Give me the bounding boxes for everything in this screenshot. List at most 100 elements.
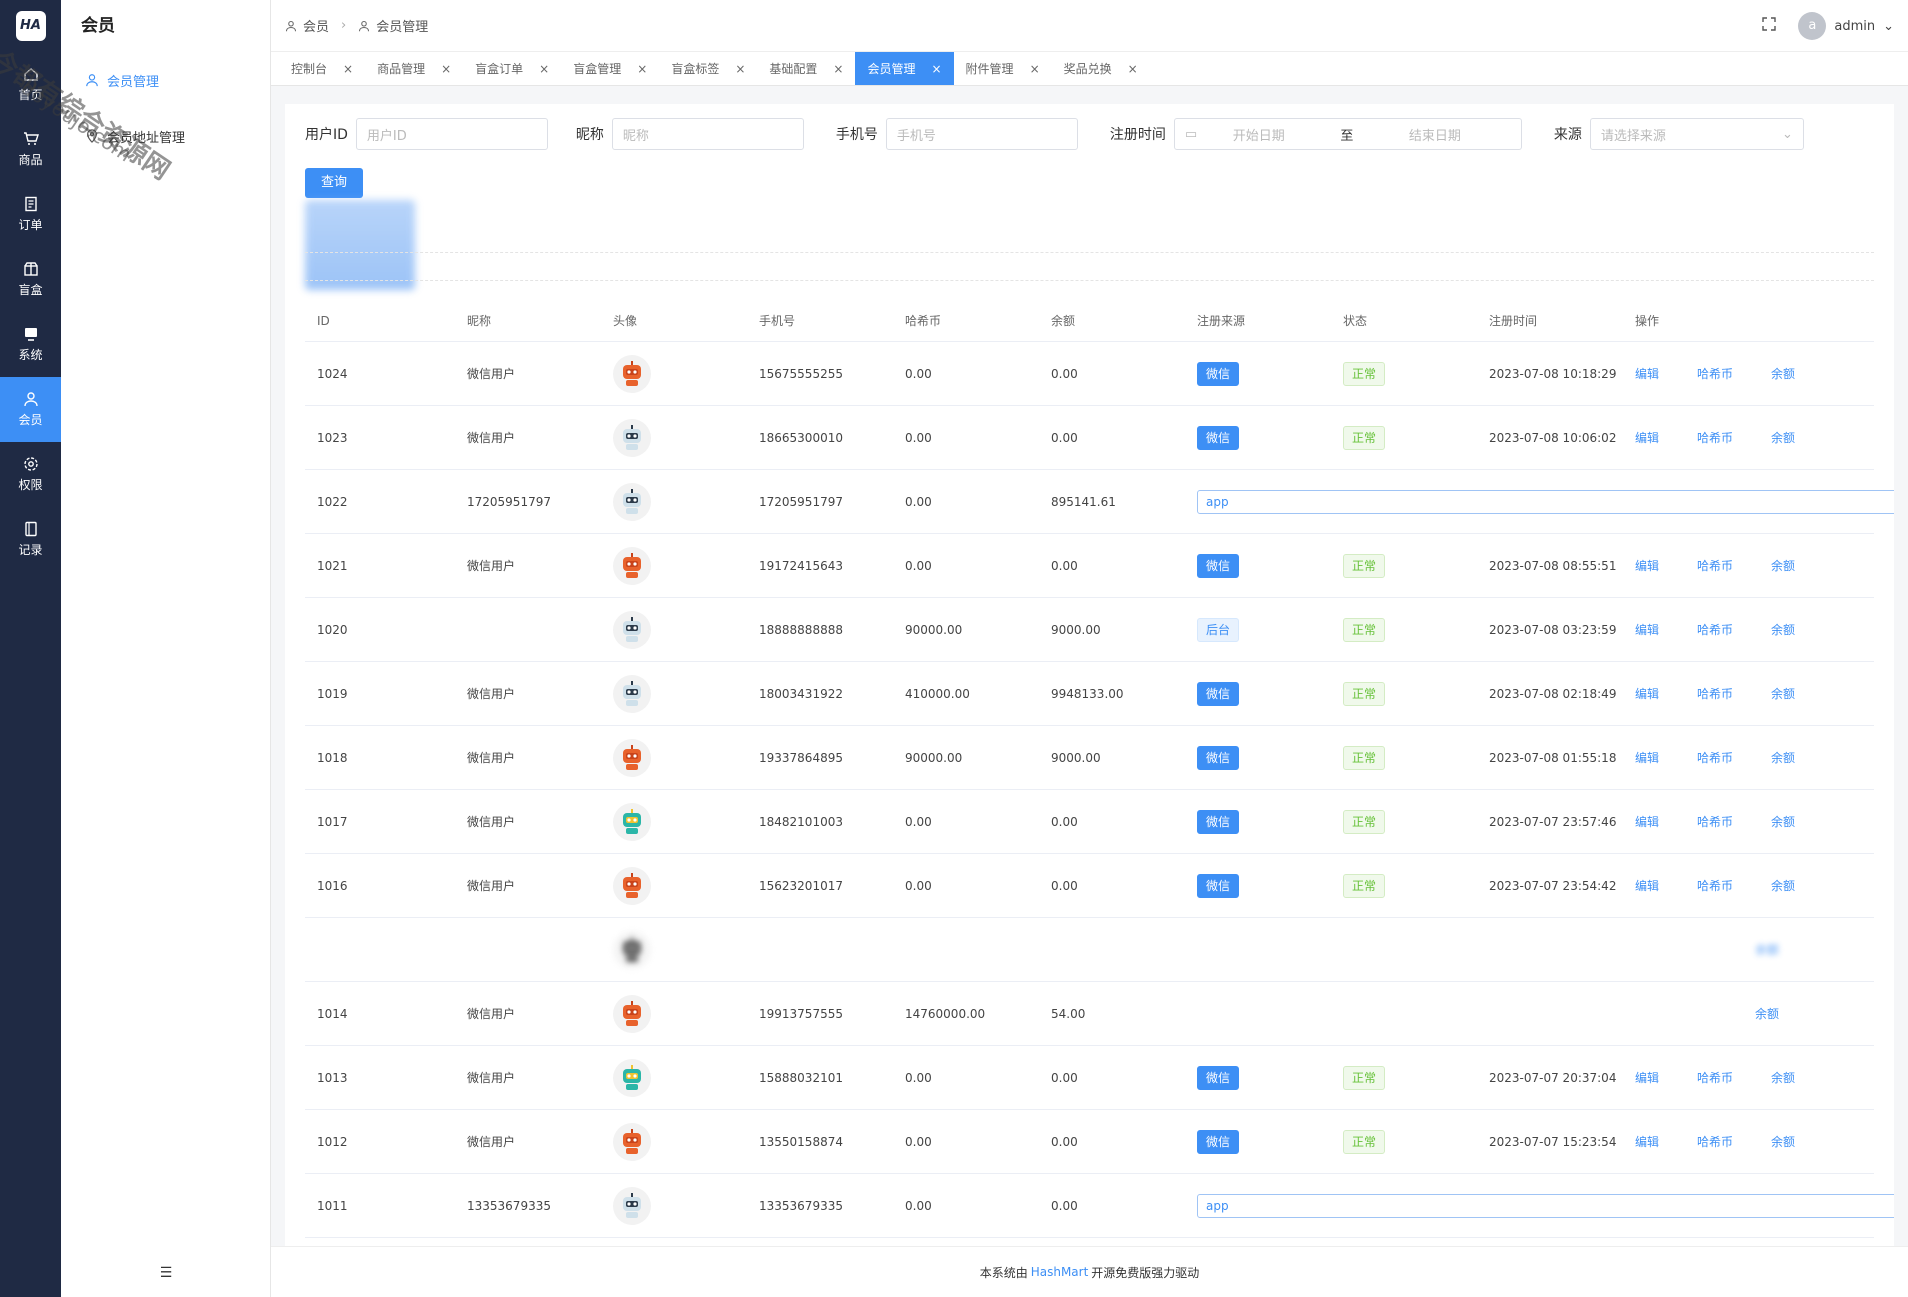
table-row: 1016 微信用户 15623201017 0.00 0.00 微信 正常 2023-07-0… (305, 854, 1874, 918)
nav-item-7[interactable]: 记录 (0, 507, 61, 572)
balance-link[interactable]: 余额 (1771, 877, 1795, 894)
menu-fold-icon[interactable]: ☰ (61, 1265, 271, 1281)
tab-0[interactable]: 控制台 × (279, 52, 365, 85)
user-menu[interactable]: a admin ⌄ (1798, 12, 1894, 40)
footer-brand-link[interactable]: HashMart (1031, 1265, 1089, 1279)
close-icon[interactable]: × (343, 62, 353, 76)
close-icon[interactable]: × (1030, 62, 1040, 76)
subnav-item-address-management[interactable]: 会员地址管理 (61, 108, 270, 164)
tab-2[interactable]: 盲盒订单 × (463, 52, 561, 85)
source-tag: 微信 (1197, 425, 1240, 450)
edit-link[interactable]: 编辑 (1635, 621, 1659, 638)
cell-source: app (1185, 489, 1894, 514)
cell-source: 微信 (1185, 553, 1331, 578)
coin-link[interactable]: 哈希币 (1697, 749, 1733, 766)
balance-link[interactable]: 余额 (1771, 429, 1795, 446)
cell-coin: 90000.00 (905, 622, 963, 637)
balance-link[interactable]: 余额 (1771, 1133, 1795, 1150)
balance-link[interactable]: 余额 (1755, 941, 1779, 958)
coin-link[interactable]: 哈希币 (1697, 557, 1733, 574)
edit-link[interactable]: 编辑 (1635, 365, 1659, 382)
reg-time-label: 注册时间 (1109, 127, 1166, 143)
nav-item-label: 首页 (18, 88, 43, 102)
balance-link[interactable]: 余额 (1771, 557, 1795, 574)
tab-7[interactable]: 附件管理 × (954, 52, 1052, 85)
balance-link[interactable]: 余额 (1771, 365, 1795, 382)
cell-coin: 14760000.00 (905, 1006, 986, 1021)
column-header: ID (317, 313, 330, 328)
source-tag: 微信 (1197, 1065, 1240, 1090)
breadcrumb-item[interactable]: 会员 (303, 16, 329, 35)
coin-link[interactable]: 哈希币 (1697, 365, 1733, 382)
app-logo[interactable]: HA (0, 0, 61, 52)
coin-link[interactable]: 哈希币 (1697, 877, 1733, 894)
close-icon[interactable]: × (637, 62, 647, 76)
tab-6[interactable]: 会员管理 × (855, 52, 954, 85)
source-tag: 微信 (1197, 745, 1240, 770)
chevron-down-icon: ⌄ (1883, 18, 1894, 34)
cell-nick: 微信用户 (467, 431, 516, 445)
cell-balance: 0.00 (1051, 814, 1078, 829)
nav-item-6[interactable]: 权限 (0, 442, 61, 507)
nav-item-1[interactable]: 商品 (0, 117, 61, 182)
coin-link[interactable]: 哈希币 (1697, 813, 1733, 830)
edit-link[interactable]: 编辑 (1635, 877, 1659, 894)
calendar-icon: ▭ (1184, 126, 1198, 142)
cell-id: 1024 (317, 366, 348, 381)
balance-link[interactable]: 余额 (1771, 621, 1795, 638)
nick-input[interactable]: 昵称 (611, 118, 804, 150)
tab-3[interactable]: 盲盒管理 × (561, 52, 659, 85)
edit-link[interactable]: 编辑 (1635, 685, 1659, 702)
nav-item-label: 订单 (18, 218, 43, 232)
balance-link[interactable]: 余额 (1771, 1069, 1795, 1086)
table-header: ID 昵称 头像 手机号 哈希币 余额 注册来源 状态 注册时间 操作 (305, 300, 1874, 342)
user-id-input[interactable]: 用户ID (355, 118, 548, 150)
close-icon[interactable]: × (735, 62, 745, 76)
edit-link[interactable]: 编辑 (1635, 749, 1659, 766)
edit-link[interactable]: 编辑 (1635, 1069, 1659, 1086)
nav-item-3[interactable]: 盲盒 (0, 247, 61, 312)
tab-4[interactable]: 盲盒标签 × (659, 52, 757, 85)
balance-link[interactable]: 余额 (1755, 1005, 1779, 1022)
edit-link[interactable]: 编辑 (1635, 557, 1659, 574)
coin-link[interactable]: 哈希币 (1697, 1133, 1733, 1150)
edit-link[interactable]: 编辑 (1635, 1133, 1659, 1150)
tab-1[interactable]: 商品管理 × (365, 52, 463, 85)
nav-item-4[interactable]: 系统 (0, 312, 61, 377)
table-row: 1024 微信用户 15675555255 0.00 0.00 微信 正常 2023-07-0… (305, 342, 1874, 406)
cell-phone: 19337864895 (759, 750, 843, 765)
close-icon[interactable]: × (441, 62, 451, 76)
cell-phone: 18888888888 (759, 622, 843, 637)
tab-label: 附件管理 (965, 62, 1014, 76)
balance-link[interactable]: 余额 (1771, 813, 1795, 830)
coin-link[interactable]: 哈希币 (1697, 621, 1733, 638)
tab-8[interactable]: 奖品兑换 × (1052, 52, 1150, 85)
subnav-item-member-management[interactable]: 会员管理 (61, 52, 270, 108)
close-icon[interactable]: × (1128, 62, 1138, 76)
cell-nick: 微信用户 (467, 1007, 516, 1021)
query-button[interactable]: 查询 (305, 168, 364, 198)
source-select[interactable]: 请选择来源 ⌄ (1589, 118, 1804, 150)
cell-id: 1022 (317, 494, 348, 509)
edit-link[interactable]: 编辑 (1635, 429, 1659, 446)
fullscreen-icon[interactable] (1762, 17, 1777, 35)
balance-link[interactable]: 余额 (1771, 685, 1795, 702)
phone-input[interactable]: 手机号 (885, 118, 1078, 150)
nav-item-2[interactable]: 订单 (0, 182, 61, 247)
coin-link[interactable]: 哈希币 (1697, 1069, 1733, 1086)
close-icon[interactable]: × (931, 62, 941, 76)
balance-link[interactable]: 余额 (1771, 749, 1795, 766)
edit-link[interactable]: 编辑 (1635, 813, 1659, 830)
close-icon[interactable]: × (833, 62, 843, 76)
nav-item-0[interactable]: 首页 (0, 52, 61, 117)
cell-phone: 18665300010 (759, 430, 843, 445)
end-date: 结束日期 (1408, 128, 1461, 144)
range-separator: 至 (1340, 128, 1354, 144)
nav-item-5[interactable]: 会员 (0, 377, 61, 442)
tab-5[interactable]: 基础配置 × (757, 52, 855, 85)
date-range-picker[interactable]: ▭ 开始日期 至 结束日期 (1173, 118, 1522, 150)
breadcrumb-item: 会员管理 (376, 20, 429, 35)
coin-link[interactable]: 哈希币 (1697, 429, 1733, 446)
close-icon[interactable]: × (539, 62, 549, 76)
coin-link[interactable]: 哈希币 (1697, 685, 1733, 702)
